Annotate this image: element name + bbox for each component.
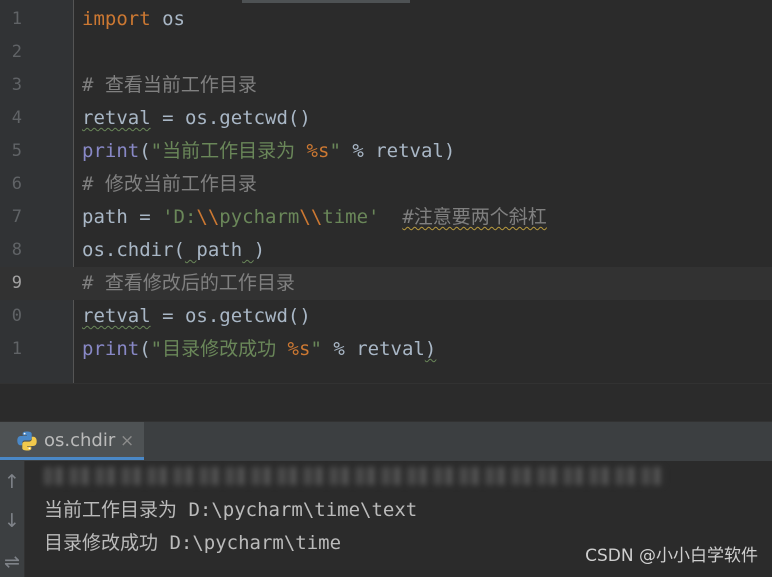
code-line[interactable]: 8 os.chdir( path ) <box>0 234 772 267</box>
code-line[interactable]: 0 retval = os.getcwd() <box>0 300 772 333</box>
code-line[interactable]: 5 print("当前工作目录为 %s" % retval) <box>0 135 772 168</box>
code-token: os <box>150 8 185 30</box>
line-number: 7 <box>11 207 22 227</box>
code-token: print <box>82 338 140 360</box>
line-number: 4 <box>11 108 22 128</box>
line-number: 2 <box>11 42 22 62</box>
code-token: ) <box>424 338 437 360</box>
code-editor[interactable]: 1 import os 2 3 # 查看当前工作目录 4 retval = os.getcw… <box>0 0 772 383</box>
code-text[interactable]: print("当前工作目录为 %s" % retval) <box>82 135 455 168</box>
code-line[interactable]: 9 # 查看修改后的工作目录 <box>0 267 772 300</box>
code-line[interactable]: 2 <box>0 36 772 69</box>
code-token: path <box>196 239 243 261</box>
code-text[interactable]: retval = os.getcwd() <box>82 300 311 333</box>
run-tab-os-chdir[interactable]: os.chdir × <box>0 422 144 460</box>
code-token: % retval) <box>340 140 456 162</box>
code-line[interactable]: 7 path = 'D:\\pycharm\\time' #注意要两个斜杠 <box>0 201 772 234</box>
code-token: ( <box>139 338 151 360</box>
code-token: import <box>82 8 151 30</box>
console-toolbar: ↑ ↓ ⇌ <box>0 461 25 577</box>
code-text[interactable]: os.chdir( path ) <box>82 234 265 267</box>
code-token: # 查看当前工作目录 <box>82 74 257 96</box>
code-token: #注意要两个斜杠 <box>402 206 547 228</box>
code-line[interactable]: 1 print("目录修改成功 %s" % retval) <box>0 333 772 366</box>
code-text[interactable]: # 查看修改后的工作目录 <box>82 267 295 300</box>
code-token: # 修改当前工作目录 <box>82 173 257 195</box>
code-token: ) <box>253 239 266 261</box>
close-icon[interactable]: × <box>120 422 134 460</box>
blurred-command-line <box>44 467 664 485</box>
code-token: " <box>329 140 341 162</box>
arrow-up-icon[interactable]: ↑ <box>0 467 24 497</box>
code-text[interactable]: path = 'D:\\pycharm\\time' #注意要两个斜杠 <box>82 201 547 234</box>
code-token: # 查看修改后的工作目录 <box>82 272 295 294</box>
code-text[interactable]: # 查看当前工作目录 <box>82 69 257 102</box>
code-token: time' <box>322 206 380 228</box>
code-token: % retval <box>321 338 425 360</box>
code-token: ( <box>139 140 151 162</box>
code-line[interactable]: 6 # 修改当前工作目录 <box>0 168 772 201</box>
code-text[interactable]: # 修改当前工作目录 <box>82 168 257 201</box>
code-text[interactable]: import os <box>82 3 185 36</box>
line-number: 6 <box>11 174 22 194</box>
console-output-line-1: 当前工作目录为 D:\pycharm\time\text <box>44 499 418 521</box>
console-output-line-2: 目录修改成功 D:\pycharm\time <box>44 532 342 554</box>
code-token: \\ <box>196 206 220 228</box>
code-line[interactable]: 1 import os <box>0 3 772 36</box>
code-token: 'D: <box>162 206 197 228</box>
editor-panel-separator <box>0 383 772 422</box>
line-number: 8 <box>11 240 22 260</box>
python-icon <box>17 431 37 451</box>
code-text[interactable]: print("目录修改成功 %s" % retval) <box>82 333 436 366</box>
code-token: path = <box>82 206 163 228</box>
soft-wrap-icon[interactable]: ⇌ <box>0 547 24 577</box>
code-token: "当前工作目录为 <box>150 140 307 162</box>
code-token: \\ <box>299 206 323 228</box>
line-number: 0 <box>11 306 22 326</box>
code-token: retval <box>82 107 151 129</box>
run-tab-label: os.chdir <box>44 430 116 451</box>
code-token: "目录修改成功 <box>150 338 288 360</box>
code-token: %s <box>306 140 330 162</box>
code-line[interactable]: 4 retval = os.getcwd() <box>0 102 772 135</box>
line-number: 1 <box>11 9 22 29</box>
line-number: 1 <box>11 339 22 359</box>
code-token: " <box>310 338 322 360</box>
code-token: %s <box>287 338 311 360</box>
run-tool-window-tabs: os.chdir × <box>0 421 772 462</box>
code-token: print <box>82 140 140 162</box>
line-number: 3 <box>11 75 22 95</box>
line-number: 9 <box>11 273 22 293</box>
code-token: pycharm <box>219 206 300 228</box>
code-text[interactable]: retval = os.getcwd() <box>82 102 311 135</box>
line-number: 5 <box>11 141 22 161</box>
code-token: os.chdir( <box>82 239 185 261</box>
code-token: = os.getcwd() <box>150 305 311 327</box>
code-token: retval <box>82 305 151 327</box>
code-line[interactable]: 3 # 查看当前工作目录 <box>0 69 772 102</box>
arrow-down-icon[interactable]: ↓ <box>0 506 24 536</box>
code-token: = os.getcwd() <box>150 107 311 129</box>
watermark: CSDN @小小白学软件 <box>585 546 758 566</box>
